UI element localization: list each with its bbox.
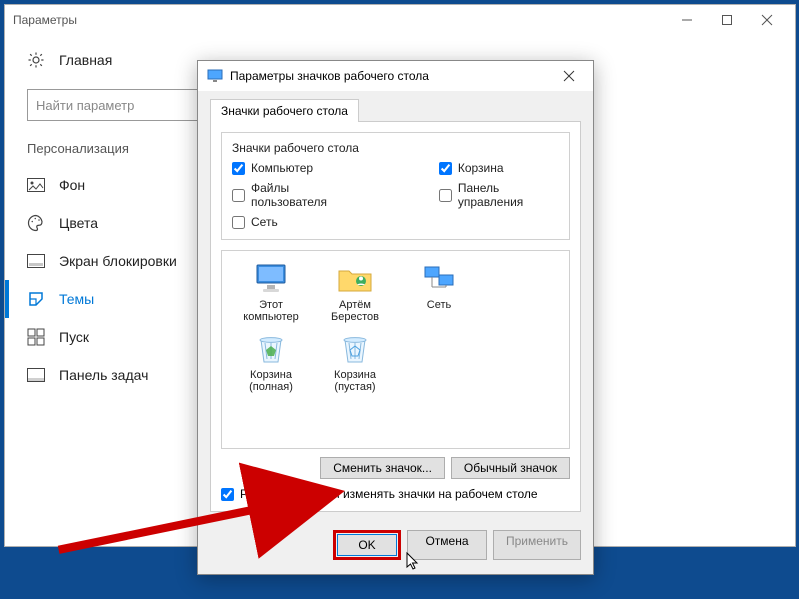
monitor-icon <box>206 67 224 85</box>
icons-fieldset: Значки рабочего стола Компьютер Файлы по… <box>221 132 570 240</box>
close-button[interactable] <box>747 7 787 33</box>
fieldset-legend: Значки рабочего стола <box>232 141 559 155</box>
sidebar-label: Темы <box>59 291 94 307</box>
dialog-footer: OK Отмена Применить <box>198 520 593 574</box>
sidebar-label: Экран блокировки <box>59 253 177 269</box>
maximize-button[interactable] <box>707 7 747 33</box>
folder-user-icon <box>337 261 373 297</box>
checkbox-computer[interactable]: Компьютер <box>232 161 359 175</box>
home-label: Главная <box>59 52 112 68</box>
icon-label: Корзина (пустая) <box>316 369 394 393</box>
checkbox-userfiles[interactable]: Файлы пользователя <box>232 181 359 209</box>
themes-icon <box>27 290 45 308</box>
icon-label: Сеть <box>427 299 451 311</box>
default-icon-button[interactable]: Обычный значок <box>451 457 570 479</box>
dialog-title: Параметры значков рабочего стола <box>230 69 429 83</box>
search-placeholder: Найти параметр <box>36 98 134 113</box>
ok-highlight: OK <box>333 530 401 560</box>
icon-label: Артём Берестов <box>316 299 394 323</box>
computer-icon <box>253 261 289 297</box>
image-icon <box>27 176 45 194</box>
settings-titlebar: Параметры <box>5 5 795 35</box>
sidebar-label: Фон <box>59 177 85 193</box>
dialog-close-button[interactable] <box>549 63 589 89</box>
change-icon-button[interactable]: Сменить значок... <box>320 457 445 479</box>
ok-button[interactable]: OK <box>337 534 397 556</box>
desktop-icon-dialog: Параметры значков рабочего стола Значки … <box>197 60 594 575</box>
minimize-button[interactable] <box>667 7 707 33</box>
start-icon <box>27 328 45 346</box>
sidebar-label: Панель задач <box>59 367 148 383</box>
checkbox-allow-themes[interactable]: Разрешить темам изменять значки на рабоч… <box>221 487 570 501</box>
cursor-icon <box>406 552 420 570</box>
tab-desktop-icons[interactable]: Значки рабочего стола <box>210 99 359 122</box>
checkbox-network[interactable]: Сеть <box>232 215 359 229</box>
gear-icon <box>27 51 45 69</box>
recycle-empty-icon <box>337 331 373 367</box>
icon-item-userfiles[interactable]: Артём Берестов <box>316 261 394 323</box>
sidebar-label: Цвета <box>59 215 98 231</box>
icon-preview-box: Этот компьютер Артём Берестов Сеть Корзи… <box>221 250 570 449</box>
recycle-full-icon <box>253 331 289 367</box>
icon-item-network[interactable]: Сеть <box>400 261 478 323</box>
sidebar-label: Пуск <box>59 329 89 345</box>
icon-item-computer[interactable]: Этот компьютер <box>232 261 310 323</box>
checkbox-controlpanel[interactable]: Панель управления <box>439 181 559 209</box>
icon-item-recycle-empty[interactable]: Корзина (пустая) <box>316 331 394 393</box>
lock-icon <box>27 252 45 270</box>
palette-icon <box>27 214 45 232</box>
icon-label: Этот компьютер <box>232 299 310 323</box>
dialog-titlebar: Параметры значков рабочего стола <box>198 61 593 91</box>
network-icon <box>421 261 457 297</box>
taskbar-icon <box>27 366 45 384</box>
icon-label: Корзина (полная) <box>232 369 310 393</box>
apply-button[interactable]: Применить <box>493 530 581 560</box>
settings-title: Параметры <box>13 13 77 27</box>
checkbox-recycle[interactable]: Корзина <box>439 161 559 175</box>
icon-item-recycle-full[interactable]: Корзина (полная) <box>232 331 310 393</box>
